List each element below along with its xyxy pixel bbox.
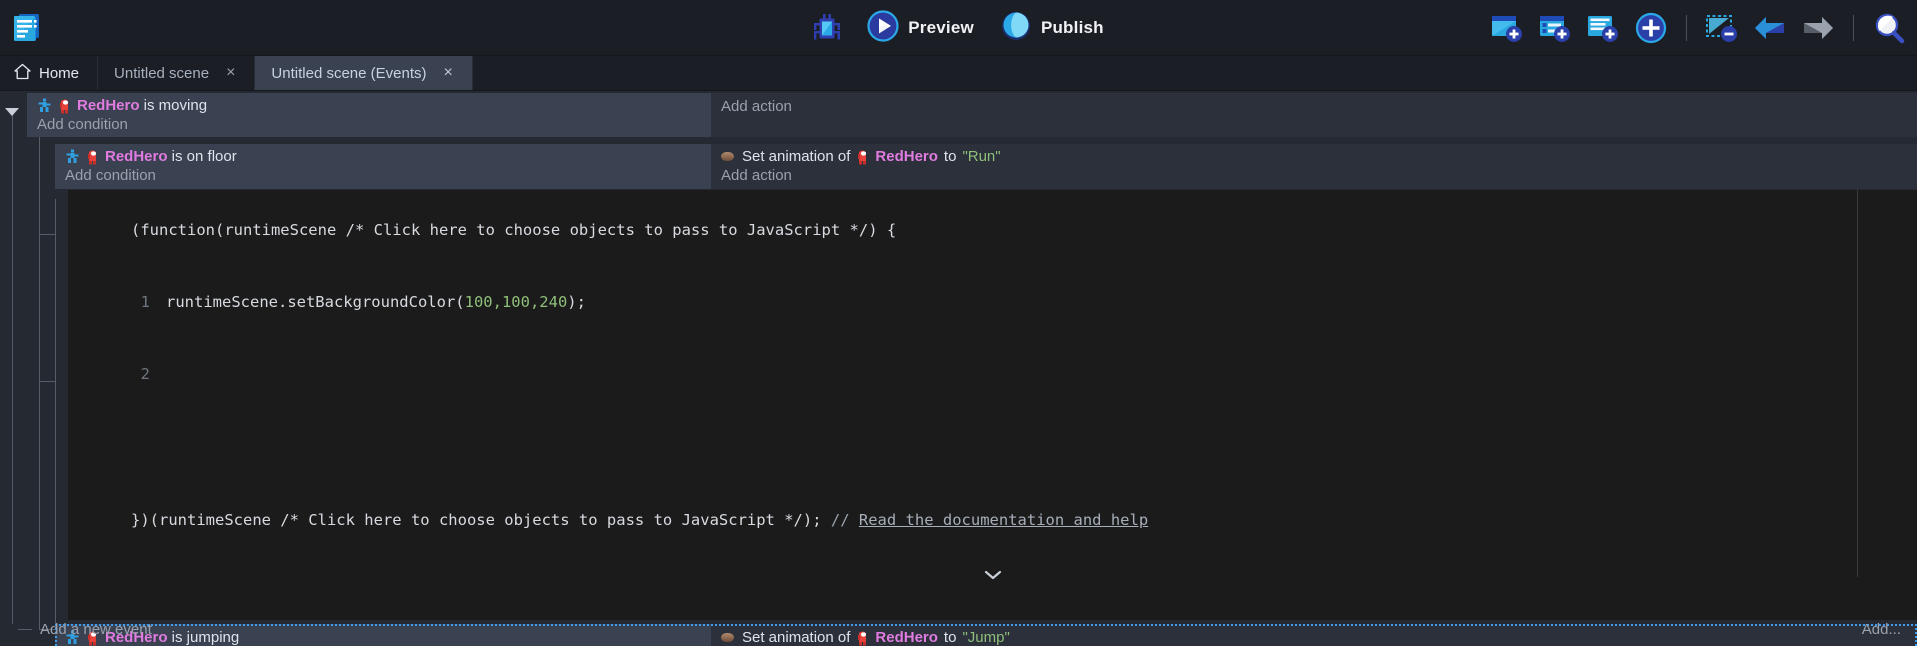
is-on-floor-icon (65, 149, 80, 164)
javascript-code-event[interactable]: (function(runtimeScene /* Click here to … (68, 190, 1917, 620)
publish-label: Publish (1041, 18, 1104, 38)
event-row-redhero-is-moving[interactable]: RedHero is moving Add condition Add acti… (27, 93, 1917, 137)
action-value-text: "Run" (962, 148, 1000, 165)
is-moving-icon (37, 98, 52, 113)
play-circle-icon (867, 10, 899, 47)
js-line-number-2: 2 (124, 362, 166, 386)
document-stack-icon[interactable] (10, 11, 44, 45)
add-condition-link-event2[interactable]: Add condition (55, 166, 711, 188)
add-new-event-label[interactable]: Add a new event (40, 621, 152, 638)
set-animation-icon (721, 152, 734, 161)
bug-debug-icon[interactable] (807, 8, 847, 48)
add-comment-icon[interactable] (1583, 8, 1623, 48)
collapse-root-icon[interactable] (5, 108, 19, 116)
magnifier-search-icon[interactable] (1869, 8, 1909, 48)
tree-line-level1 (39, 137, 40, 630)
tab-home-label: Home (39, 65, 79, 82)
add-condition-link-event1[interactable]: Add condition (27, 115, 711, 137)
tab-home[interactable]: Home (0, 56, 98, 90)
condition-redhero-is-moving[interactable]: RedHero is moving (27, 93, 711, 115)
tab-untitled-scene[interactable]: Untitled scene × (98, 56, 255, 90)
tab-untitled-scene-events-label: Untitled scene (Events) (271, 65, 426, 82)
tree-branch-event2 (39, 234, 55, 235)
add-action-link-event2[interactable]: Add action (711, 166, 1917, 188)
toolbar-divider-2 (1853, 15, 1854, 41)
action-set-animation-run[interactable]: Set animation of RedHero to "Run" (711, 144, 1917, 166)
event-row-redhero-is-on-floor[interactable]: RedHero is on floor Add condition Set an… (55, 144, 1917, 189)
tab-bar: Home Untitled scene × Untitled scene (Ev… (0, 56, 1917, 91)
publish-button[interactable]: Publish (994, 7, 1110, 50)
tree-line-root (12, 112, 13, 624)
home-icon (14, 63, 31, 84)
tab-untitled-scene-events-close-icon[interactable]: × (441, 63, 456, 83)
code-ruler-line (1857, 190, 1858, 577)
redhero-object-icon (86, 149, 99, 165)
add-action-link-event1[interactable]: Add action (711, 93, 1917, 119)
add-more-label[interactable]: Add... (1862, 621, 1901, 638)
top-toolbar: Preview Publish (0, 0, 1917, 56)
tree-branch-add-new (18, 629, 32, 630)
condition-redhero-is-on-floor[interactable]: RedHero is on floor (55, 144, 711, 166)
chevron-down-icon[interactable] (983, 568, 1003, 584)
tab-untitled-scene-events[interactable]: Untitled scene (Events) × (255, 56, 472, 90)
action-middle-text: to (944, 148, 957, 165)
js-header-text: (function(runtimeScene /* Click here to … (131, 221, 896, 239)
condition-text: is moving (140, 97, 208, 114)
globe-publish-icon (1000, 10, 1032, 47)
event2-actions-column[interactable]: Set animation of RedHero to "Run" Add ac… (711, 144, 1917, 189)
js-line-1-tail: ); (567, 293, 586, 311)
js-code-line-1[interactable]: 1runtimeScene.setBackgroundColor(100,100… (68, 266, 1917, 338)
toolbar-right-group (1487, 0, 1909, 56)
condition-object-name: RedHero (77, 97, 140, 114)
toolbar-left-group (0, 11, 44, 45)
js-footer-comment: // (831, 511, 859, 529)
tab-untitled-scene-close-icon[interactable]: × (223, 63, 238, 83)
redhero-object-icon (58, 98, 71, 114)
redhero-object-icon (856, 149, 869, 165)
event2-conditions-column[interactable]: RedHero is on floor Add condition (55, 144, 711, 189)
condition-object-name: RedHero (105, 148, 168, 165)
add-event-icon[interactable] (1487, 8, 1527, 48)
js-line-number-1: 1 (124, 290, 166, 314)
remove-selection-icon[interactable] (1702, 8, 1742, 48)
action-object-name: RedHero (875, 148, 938, 165)
undo-arrow-icon[interactable] (1750, 8, 1790, 48)
js-footer-line[interactable]: })(runtimeScene /* Click here to choose … (75, 484, 1148, 556)
event1-actions-column[interactable]: Add action (711, 93, 1917, 137)
preview-label: Preview (908, 18, 974, 38)
js-line-1-text: runtimeScene.setBackgroundColor( (166, 293, 465, 311)
js-footer-code: })(runtimeScene /* Click here to choose … (131, 511, 831, 529)
action-prefix-text: Set animation of (742, 148, 850, 165)
tab-untitled-scene-label: Untitled scene (114, 65, 209, 82)
add-new-event-row[interactable]: Add a new event Add... (0, 612, 1917, 646)
documentation-link[interactable]: Read the documentation and help (859, 511, 1148, 529)
redo-arrow-icon[interactable] (1798, 8, 1838, 48)
tree-branch-js (39, 381, 55, 382)
events-sheet[interactable]: RedHero is moving Add condition Add acti… (0, 91, 1917, 646)
plus-circle-icon[interactable] (1631, 8, 1671, 48)
tree-line-level2 (55, 199, 56, 630)
add-sub-event-icon[interactable] (1535, 8, 1575, 48)
js-line-1-args: 100,100,240 (465, 293, 568, 311)
toolbar-divider-1 (1686, 15, 1687, 41)
js-code-line-2[interactable]: 2 (68, 338, 1917, 410)
preview-button[interactable]: Preview (861, 7, 980, 50)
js-header-line[interactable]: (function(runtimeScene /* Click here to … (68, 190, 1917, 266)
condition-text: is on floor (168, 148, 237, 165)
event1-conditions-column[interactable]: RedHero is moving Add condition (27, 93, 711, 137)
